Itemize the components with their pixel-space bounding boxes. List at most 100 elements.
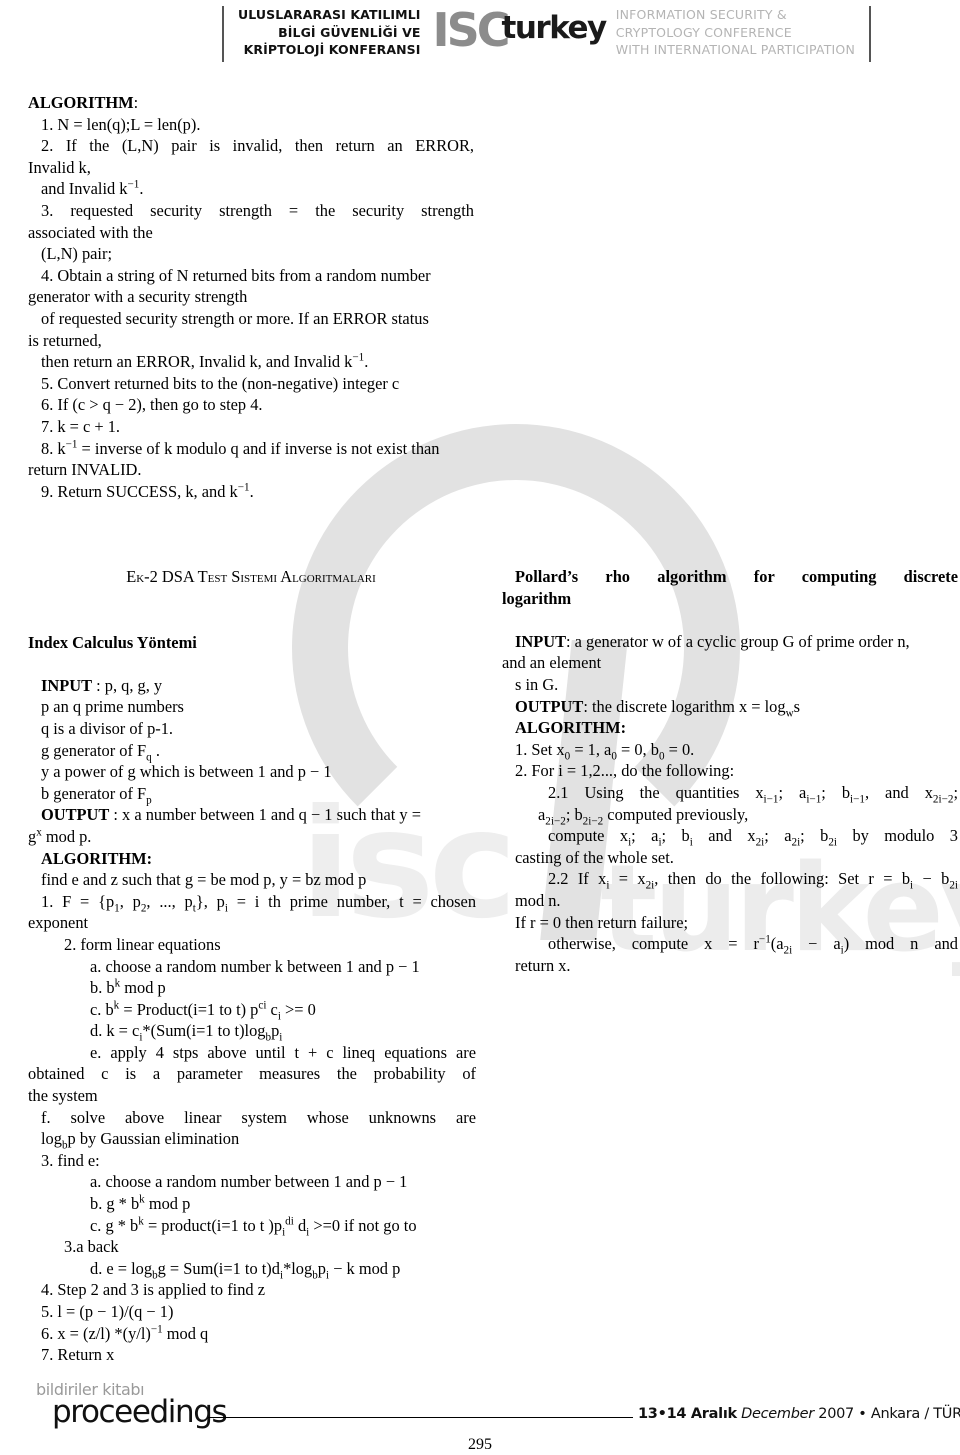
lc-step-2d-pre: d. k = c: [90, 1021, 140, 1041]
rc-step-2-1c-mid-5: ; b: [800, 826, 829, 846]
rc-step-2-1c-mid-4: ; a: [764, 826, 792, 846]
rc-step-2-2d: otherwise, compute x = r−1(a2i − ai) mod…: [502, 933, 958, 956]
top-algo-step-8a-post: = inverse of k modulo q and if inverse i…: [77, 438, 440, 458]
rc-step-2-2-mid-3: − b: [913, 869, 950, 889]
lc-input-label: INPUT: [41, 675, 92, 695]
header-left-divider: [222, 6, 224, 62]
lc-algorithm-label: ALGORITHM:: [28, 848, 476, 870]
pollard-title-line-2: logarithm: [502, 588, 958, 610]
footer-date-day-2: 14 Aralık: [666, 1406, 738, 1422]
lc-step-3b-post: mod p: [144, 1194, 191, 1214]
lc-step-3c-sup-2: di: [285, 1215, 294, 1228]
top-algo-step-4b: generator with a security strength: [28, 287, 248, 307]
rc-algorithm-label-text: ALGORITHM:: [515, 718, 627, 738]
rc-step-2-2-sub-4: 2i: [949, 879, 958, 892]
lc-step-2f-2: logbp by Gaussian elimination: [28, 1128, 476, 1151]
top-algo-step-4d: is returned,: [28, 330, 102, 350]
appendix-title: Ek-2 DSA Test Sistemi Algoritmalari: [28, 566, 474, 588]
rc-step-2-1-mid-3: , and x: [864, 782, 933, 802]
lc-step-2: 2. form linear equations: [64, 934, 221, 954]
rc-step-2-1b: a2i−2; b2i−2 computed previously,: [502, 804, 958, 827]
top-algo-step-8a-sup: −1: [65, 438, 78, 451]
lc-step-3c-end: >=0 if not go to: [309, 1215, 417, 1235]
logo-turkey-text: turkey: [501, 10, 608, 46]
lc-output-rest: : x a number between 1 and q − 1 such th…: [109, 805, 421, 825]
lc-step-3d-pre: d. e = log: [90, 1258, 153, 1278]
rc-step-2-2d-mid: (a: [770, 934, 784, 954]
right-col-spacer-1: [502, 609, 958, 631]
footer-date-separator: •: [657, 1406, 667, 1422]
rc-step-2-1b-mid-2: computed previously,: [603, 804, 749, 824]
top-algo-step-5: 5. Convert returned bits to the (non-neg…: [41, 373, 400, 393]
rc-step-2-1b-mid-1: ; b: [565, 804, 583, 824]
top-algo-step-9-sup: −1: [237, 481, 250, 494]
lc-step-2e-1: e. apply 4 stps above until t + c lineq …: [90, 1042, 476, 1062]
header-english-line-1: INFORMATION SECURITY &: [615, 7, 787, 22]
lc-step-3c-cont: 3.a back: [64, 1237, 119, 1257]
header-turkish-title: ULUSLARARASI KATILIMLI BİLGİ GÜVENLİĞİ V…: [238, 4, 421, 59]
rc-step-2-2-mid-2: , then do the following: Set r = b: [654, 869, 911, 889]
rc-step-2-1-mid-4: ;: [953, 782, 958, 802]
rc-step-2-1c-mid-6: by modulo 3: [837, 826, 958, 846]
top-algorithm-heading: ALGORITHM:: [28, 92, 474, 114]
rc-output-line: OUTPUT: the discrete logarithm x = logws: [502, 696, 958, 719]
rc-step-2-2d-mid-2: ) mod n and: [843, 934, 958, 954]
rc-step-2-2d-pre: otherwise, compute x = r: [548, 934, 759, 954]
lc-step-3c-mid-2: d: [293, 1215, 307, 1235]
top-algo-step-4e: then return an ERROR, Invalid k, and Inv…: [28, 351, 474, 373]
footer-date-month-en: December: [736, 1406, 814, 1422]
top-algo-step-1: 1. N = len(q);L = len(p).: [41, 114, 201, 134]
lc-step-2e-3: the system: [28, 1086, 98, 1106]
top-algo-step-4a: 4. Obtain a string of N returned bits fr…: [41, 265, 431, 285]
rc-step-2-1c-sub-5: 2i: [791, 836, 801, 849]
rc-step-2-1c-mid-2: ; b: [661, 826, 690, 846]
lc-input-rest: : p, q, g, y: [92, 675, 163, 695]
lc-divisor: q is a divisor of p-1.: [41, 718, 174, 738]
rc-input-cont-2: s in G.: [515, 674, 559, 694]
lc-step-3b-pre: b. g * b: [90, 1194, 140, 1214]
lc-step-6-post: mod q: [162, 1323, 209, 1343]
top-algo-step-9-end: .: [249, 481, 254, 501]
rc-step-2-1c-sub-6: 2i: [828, 836, 838, 849]
lc-step-2c-pre: c. b: [90, 999, 114, 1019]
rc-input-cont: and an element: [502, 653, 602, 673]
lc-step-2b-post: mod p: [120, 978, 166, 998]
rc-step-2-2: 2.2 If xi = x2i, then do the following: …: [502, 868, 958, 892]
page-header: ULUSLARARASI KATILIMLI BİLGİ GÜVENLİĞİ V…: [0, 0, 960, 70]
footer-date-rest: 2007 • Ankara / TÜRKİYE: [818, 1406, 960, 1422]
rc-step-2-1-sub-2: i−1: [806, 793, 822, 806]
top-algo-step-2c-text: and Invalid k: [41, 179, 128, 199]
left-column: Index Calculus Yöntemi INPUT : p, q, g, …: [28, 610, 476, 1366]
lc-step-7: 7. Return x: [41, 1345, 115, 1365]
lc-step-2b: b. bk mod p: [28, 977, 476, 999]
lc-step-3a: a. choose a random number between 1 and …: [90, 1172, 408, 1192]
top-algo-step-9-pre: 9. Return SUCCESS, k, and k: [41, 481, 238, 501]
lc-step-2e-2: obtained c is a parameter measures the p…: [28, 1064, 476, 1084]
rc-step-2-1c-pre: compute x: [548, 826, 629, 846]
lc-input-line: INPUT : p, q, g, y: [28, 675, 476, 697]
lc-step-2f-1: f. solve above linear system whose unkno…: [41, 1107, 476, 1127]
rc-output-rest-post: s: [793, 696, 800, 716]
lc-output-label: OUTPUT: [41, 805, 110, 825]
lc-output-line: OUTPUT : x a number between 1 and q − 1 …: [28, 804, 476, 826]
lc-step-3d-mid-3: p: [317, 1258, 326, 1278]
lc-step-3b: b. g * bk mod p: [28, 1193, 476, 1215]
rc-step-1-mid-3: = 0.: [664, 739, 695, 759]
lc-output-line2-post: mod p.: [41, 826, 92, 846]
lc-step-2b-pre: b. b: [90, 978, 115, 998]
top-algo-step-2c: and Invalid k−1.: [28, 178, 474, 200]
lc-step-3c-sub-1: i: [282, 1225, 286, 1238]
rc-step-2-1: 2.1 Using the quantities xi−1; ai−1; bi−…: [502, 782, 958, 806]
lc-step-3d-mid: g = Sum(i=1 to t)d: [157, 1258, 280, 1278]
rc-step-1: 1. Set x0 = 1, a0 = 0, b0 = 0.: [502, 739, 958, 762]
lc-step-2d-mid: *(Sum(i=1 to t)log: [142, 1021, 266, 1041]
lc-step-3d-mid-2: *log: [283, 1258, 313, 1278]
right-column: Pollard’s rho algorithm for computing di…: [502, 566, 958, 976]
lc-prime-numbers: p an q prime numbers: [41, 697, 184, 717]
left-col-spacer-2: [28, 653, 476, 675]
lc-step-5: 5. l = (p − 1)/(q − 1): [41, 1302, 174, 1321]
rc-step-2-1c-sub-4: 2i: [755, 836, 765, 849]
lc-step-1-mid-2: , ..., p: [146, 891, 193, 911]
rc-step-2-1c-mid-3: and x: [692, 826, 756, 846]
footer-date-day-1: 13: [638, 1406, 658, 1422]
